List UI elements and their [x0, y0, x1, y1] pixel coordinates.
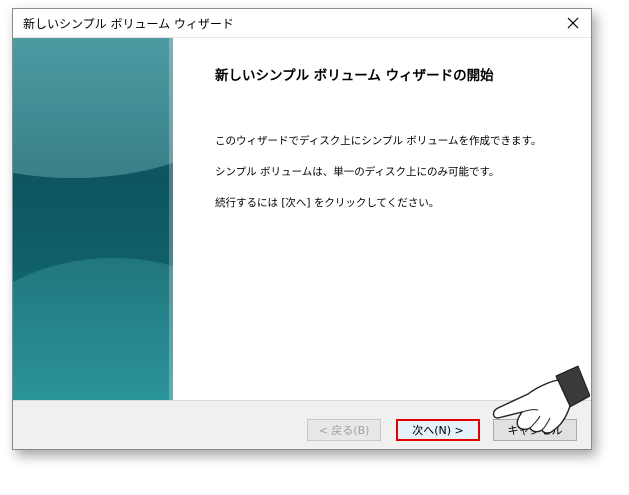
next-button[interactable]: 次へ(N) > [396, 419, 480, 441]
description-text: シンプル ボリュームは、単一のディスク上にのみ可能です。 [215, 166, 500, 178]
banner-swoosh [13, 38, 173, 178]
close-icon [567, 17, 579, 29]
banner-swoosh [13, 258, 173, 400]
window-title: 新しいシンプル ボリューム ウィザード [23, 17, 234, 31]
pointing-hand-icon [492, 365, 590, 434]
back-button[interactable]: < 戻る(B) [307, 419, 381, 441]
page-title: 新しいシンプル ボリューム ウィザードの開始 [215, 68, 494, 84]
wizard-banner-image [13, 38, 173, 400]
title-bar[interactable]: 新しいシンプル ボリューム ウィザード [13, 9, 591, 38]
description-text: このウィザードでディスク上にシンプル ボリュームを作成できます。 [215, 135, 542, 147]
instruction-text: 続行するには [次へ] をクリックしてください。 [215, 197, 440, 209]
close-button[interactable] [555, 9, 591, 37]
wizard-content: 新しいシンプル ボリューム ウィザードの開始 このウィザードでディスク上にシンプ… [173, 38, 591, 400]
